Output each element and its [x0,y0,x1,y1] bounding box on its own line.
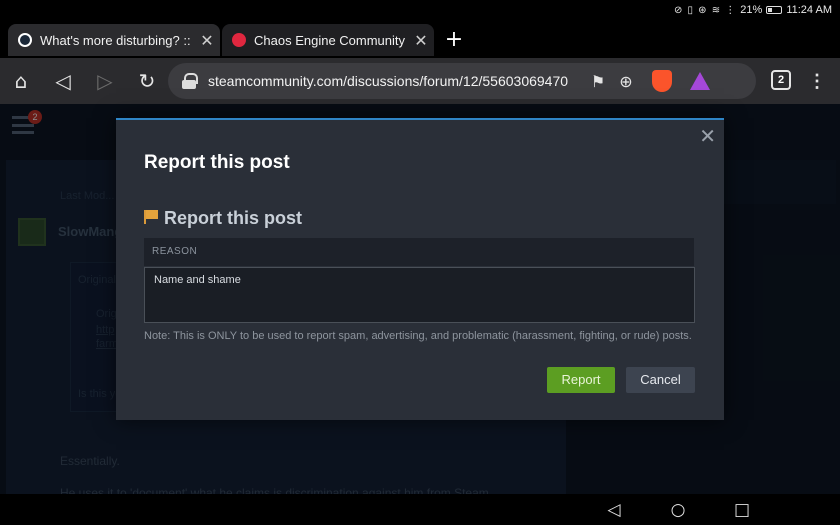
system-navigation-bar: ◁ ○ □ [0,494,840,525]
lock-icon [182,73,198,89]
close-tab-icon[interactable]: ✕ [194,31,220,50]
url-text[interactable]: steamcommunity.com/discussions/forum/12/… [208,73,584,89]
status-indicators: ⊘ ▯ ⊛ ≋ ⋮ 21% 11:24 AM [674,4,832,16]
forward-icon[interactable]: ▷ [92,68,118,94]
steam-favicon-icon [18,33,32,47]
battery-percent: 21% [740,4,763,16]
browser-toolbar: ⌂ ◁ ▷ ↻ steamcommunity.com/discussions/f… [0,58,840,104]
address-bar[interactable]: steamcommunity.com/discussions/forum/12/… [168,63,756,99]
close-tab-icon[interactable]: ✕ [408,31,434,50]
modal-title: Report this post [144,152,290,173]
reason-header: REASON [144,238,694,266]
cancel-button[interactable]: Cancel [626,367,695,393]
tab-switcher-button[interactable]: 2 [771,70,791,90]
bookmark-icon[interactable]: ⚑ [584,72,612,91]
report-button[interactable]: Report [547,367,615,393]
new-tab-button[interactable]: + [440,26,468,54]
system-status-icons: ⊘ ▯ ⊛ ≋ ⋮ [673,4,737,16]
nav-recents-icon[interactable]: □ [732,500,752,520]
tab-strip: What's more disturbing? :: Off ✕ Chaos E… [0,22,840,58]
tab-title: Chaos Engine Community [254,32,406,48]
status-bar: ⊘ ▯ ⊛ ≋ ⋮ 21% 11:24 AM [0,0,840,22]
close-icon[interactable]: ✕ [699,124,716,148]
reason-textarea[interactable]: Name and shame [144,267,695,323]
home-icon[interactable]: ⌂ [8,68,34,94]
brave-rewards-icon[interactable] [690,72,710,90]
nav-back-icon[interactable]: ◁ [604,500,624,520]
reload-icon[interactable]: ↻ [134,68,160,94]
reason-label: REASON [152,246,198,257]
tab-whats-more-disturbing[interactable]: What's more disturbing? :: Off ✕ [8,24,220,56]
clock: 11:24 AM [786,4,832,16]
more-options-icon[interactable]: ⋮ [808,68,826,94]
battery-icon [766,6,783,14]
report-post-modal: ✕ Report this post Report this post REAS… [116,118,724,420]
report-flag-icon [144,210,158,224]
back-icon[interactable]: ◁ [50,68,76,94]
tab-title: What's more disturbing? :: Off [40,32,194,48]
section-title: Report this post [164,208,302,228]
tab-chaos-engine-community[interactable]: Chaos Engine Community ✕ [222,24,434,56]
chaos-engine-favicon-icon [232,33,246,47]
nav-home-icon[interactable]: ○ [668,500,688,520]
report-note: Note: This is ONLY to be used to report … [144,330,692,342]
download-icon[interactable]: ⊕ [612,72,640,91]
brave-shields-icon[interactable] [652,70,672,92]
